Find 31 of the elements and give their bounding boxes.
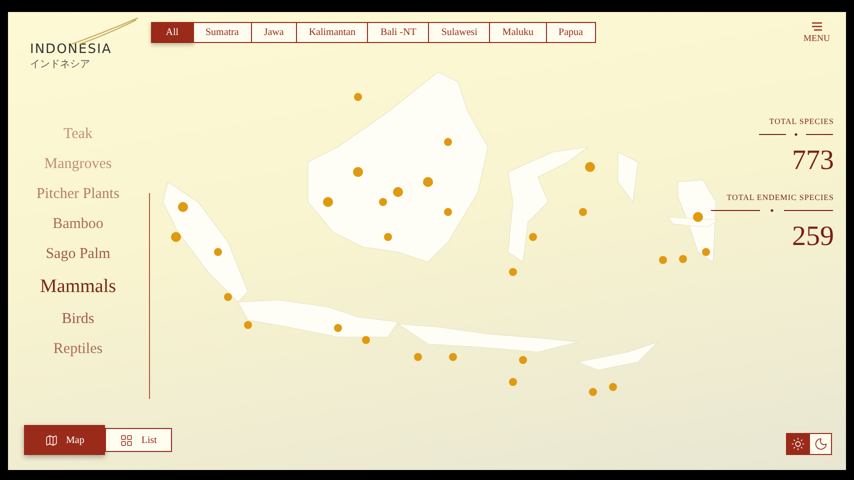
- region-tab[interactable]: All: [150, 22, 194, 43]
- logo-subtitle: インドネシア: [30, 58, 91, 71]
- region-tab[interactable]: Sumatra: [192, 22, 252, 43]
- ornament-rule-icon: [710, 208, 834, 213]
- region-tab[interactable]: Jawa: [250, 22, 297, 43]
- region-tab[interactable]: Sulawesi: [428, 22, 490, 43]
- menu-button[interactable]: MENU: [804, 22, 830, 43]
- moon-icon: [814, 437, 828, 451]
- region-tab[interactable]: Kalimantan: [296, 22, 368, 43]
- category-item[interactable]: Bamboo: [52, 216, 104, 233]
- category-item[interactable]: Birds: [62, 311, 94, 328]
- category-item[interactable]: Mammals: [40, 276, 116, 298]
- stat-value: 259: [792, 221, 834, 253]
- view-toggle-button[interactable]: Map: [24, 425, 106, 455]
- region-tab[interactable]: Bali -NT: [367, 22, 430, 43]
- view-toggle-button[interactable]: List: [105, 428, 172, 452]
- sun-icon: [790, 437, 804, 451]
- stat-value: 773: [792, 145, 834, 177]
- region-tab[interactable]: Papua: [546, 22, 596, 43]
- category-item[interactable]: Reptiles: [53, 341, 103, 358]
- region-tab[interactable]: Maluku: [489, 22, 547, 43]
- theme-toggle-button[interactable]: [786, 433, 809, 455]
- logo-text: INDONESIA: [30, 42, 112, 57]
- stat-label: TOTAL SPECIES: [769, 117, 834, 126]
- grid-icon: [120, 434, 134, 446]
- stat-label: TOTAL ENDEMIC SPECIES: [726, 193, 834, 202]
- menu-icon: [810, 22, 823, 31]
- ornament-rule-icon: [758, 132, 834, 137]
- theme-toggle-button[interactable]: [809, 433, 832, 455]
- category-item[interactable]: Sago Palm: [46, 246, 110, 263]
- map-icon: [45, 434, 58, 446]
